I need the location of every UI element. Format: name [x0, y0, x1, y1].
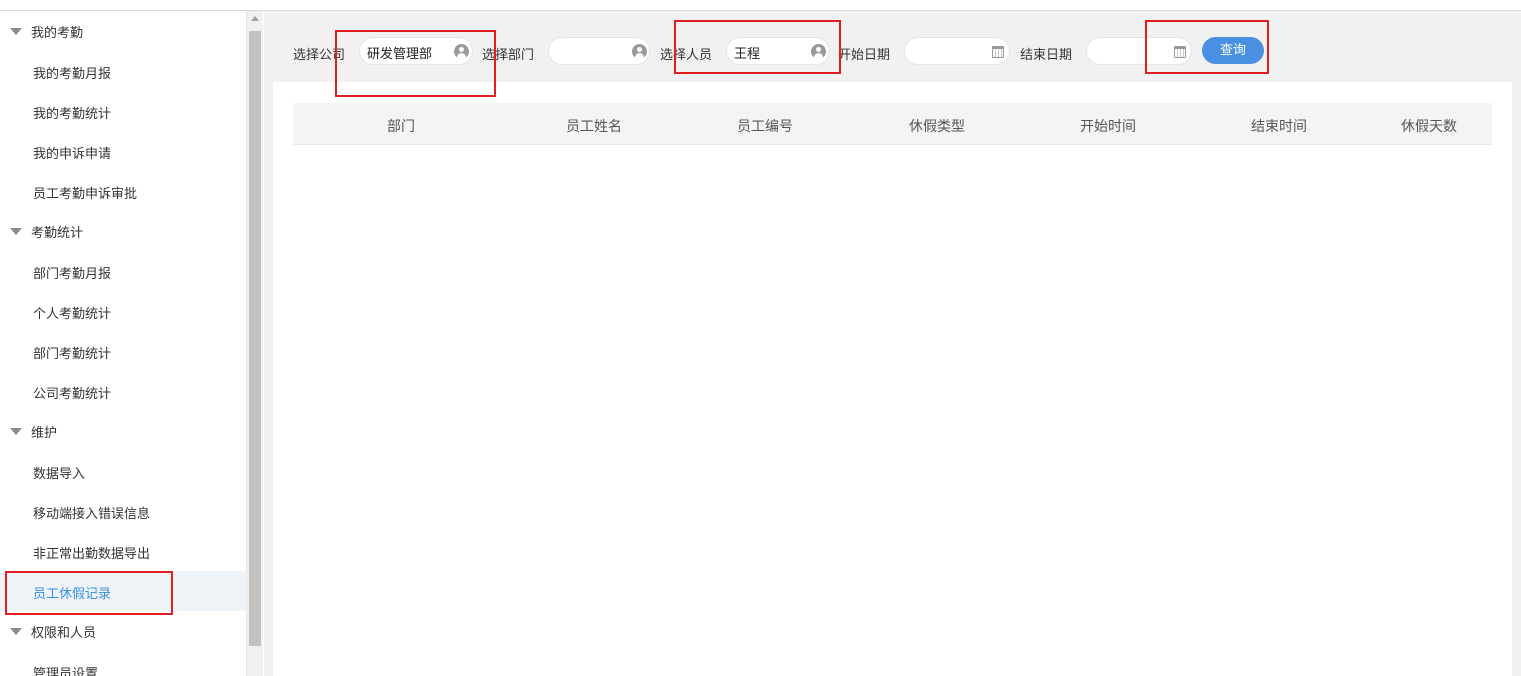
- company-value: 研发管理部: [367, 47, 433, 62]
- caret-down-icon: [10, 228, 22, 235]
- start-date-input[interactable]: [904, 37, 1010, 65]
- sidebar-item-label: 公司考勤统计: [33, 387, 112, 402]
- sidebar-item-abnormal-export[interactable]: 非正常出勤数据导出: [0, 531, 246, 571]
- sidebar-item-my-monthly-report[interactable]: 我的考勤月报: [0, 51, 246, 91]
- column-header-employee-name[interactable]: 员工姓名: [566, 116, 622, 136]
- caret-down-icon: [10, 428, 22, 435]
- sidebar-item-label: 员工休假记录: [33, 587, 112, 602]
- column-header-end-time[interactable]: 结束时间: [1251, 116, 1307, 136]
- department-select[interactable]: [548, 37, 650, 65]
- scroll-up-icon[interactable]: [251, 16, 259, 21]
- sidebar-item-my-appeals[interactable]: 我的申诉申请: [0, 131, 246, 171]
- sidebar-item-label: 我的考勤月报: [33, 67, 112, 82]
- sidebar-item-company-statistics[interactable]: 公司考勤统计: [0, 371, 246, 411]
- company-select[interactable]: 研发管理部: [359, 37, 473, 65]
- start-date-label: 开始日期: [838, 48, 891, 63]
- column-header-start-time[interactable]: 开始时间: [1080, 116, 1136, 136]
- calendar-icon[interactable]: [1174, 46, 1186, 58]
- end-date-input[interactable]: [1086, 37, 1192, 65]
- company-label: 选择公司: [293, 48, 346, 63]
- sidebar-item-label: 员工考勤申诉审批: [33, 187, 138, 202]
- sidebar-item-label: 我的考勤统计: [33, 107, 112, 122]
- calendar-icon[interactable]: [992, 46, 1004, 58]
- nav-group-label: 我的考勤: [31, 25, 84, 41]
- query-button[interactable]: 查询: [1202, 37, 1264, 64]
- nav-group-label: 维护: [31, 425, 58, 441]
- table-header: 部门 员工姓名 员工编号 休假类型 开始时间 结束时间 休假天数: [293, 103, 1492, 145]
- user-icon[interactable]: [632, 44, 647, 59]
- sidebar-item-label: 我的申诉申请: [33, 147, 112, 162]
- sidebar-item-dept-statistics[interactable]: 部门考勤统计: [0, 331, 246, 371]
- top-border: [0, 0, 1521, 11]
- sidebar-item-leave-records[interactable]: 员工休假记录: [0, 571, 246, 611]
- nav-group-permissions[interactable]: 权限和人员: [0, 611, 246, 651]
- caret-down-icon: [10, 28, 22, 35]
- caret-down-icon: [10, 628, 22, 635]
- sidebar-item-my-statistics[interactable]: 我的考勤统计: [0, 91, 246, 131]
- nav-group-label: 考勤统计: [31, 225, 84, 241]
- sidebar-item-label: 管理员设置: [33, 667, 99, 676]
- person-select[interactable]: 王程: [726, 37, 830, 65]
- sidebar-item-admin-settings[interactable]: 管理员设置: [0, 651, 246, 676]
- nav-group-maintenance[interactable]: 维护: [0, 411, 246, 451]
- sidebar-item-label: 数据导入: [33, 467, 86, 482]
- nav-group-label: 权限和人员: [31, 625, 97, 641]
- person-label: 选择人员: [660, 48, 713, 63]
- sidebar-item-dept-monthly-report[interactable]: 部门考勤月报: [0, 251, 246, 291]
- column-header-employee-id[interactable]: 员工编号: [737, 116, 793, 136]
- person-value: 王程: [734, 47, 761, 62]
- sidebar-item-label: 部门考勤统计: [33, 347, 112, 362]
- main-panel: 选择公司 研发管理部 选择部门 选择人员 王程 开始日期 结束日期 查询 部门 …: [264, 11, 1521, 676]
- end-date-label: 结束日期: [1020, 48, 1073, 63]
- nav-group-attendance-statistics[interactable]: 考勤统计: [0, 211, 246, 251]
- sidebar-item-appeal-approval[interactable]: 员工考勤申诉审批: [0, 171, 246, 211]
- column-header-leave-type[interactable]: 休假类型: [909, 116, 965, 136]
- sidebar-nav: 我的考勤 我的考勤月报 我的考勤统计 我的申诉申请 员工考勤申诉审批 考勤统计 …: [0, 11, 246, 676]
- sidebar-item-label: 个人考勤统计: [33, 307, 112, 322]
- sidebar-item-personal-statistics[interactable]: 个人考勤统计: [0, 291, 246, 331]
- column-header-leave-days[interactable]: 休假天数: [1401, 116, 1457, 136]
- sidebar-item-label: 部门考勤月报: [33, 267, 112, 282]
- user-icon[interactable]: [454, 44, 469, 59]
- sidebar-item-label: 非正常出勤数据导出: [33, 547, 151, 562]
- sidebar-item-mobile-errors[interactable]: 移动端接入错误信息: [0, 491, 246, 531]
- nav-group-my-attendance[interactable]: 我的考勤: [0, 11, 246, 51]
- sidebar-item-data-import[interactable]: 数据导入: [0, 451, 246, 491]
- sidebar-scrollbar[interactable]: [246, 11, 263, 676]
- sidebar-item-label: 移动端接入错误信息: [33, 507, 151, 522]
- results-panel: 部门 员工姓名 员工编号 休假类型 开始时间 结束时间 休假天数: [273, 82, 1512, 676]
- column-header-department[interactable]: 部门: [387, 116, 415, 136]
- department-label: 选择部门: [482, 48, 535, 63]
- scrollbar-thumb[interactable]: [249, 31, 261, 646]
- user-icon[interactable]: [811, 44, 826, 59]
